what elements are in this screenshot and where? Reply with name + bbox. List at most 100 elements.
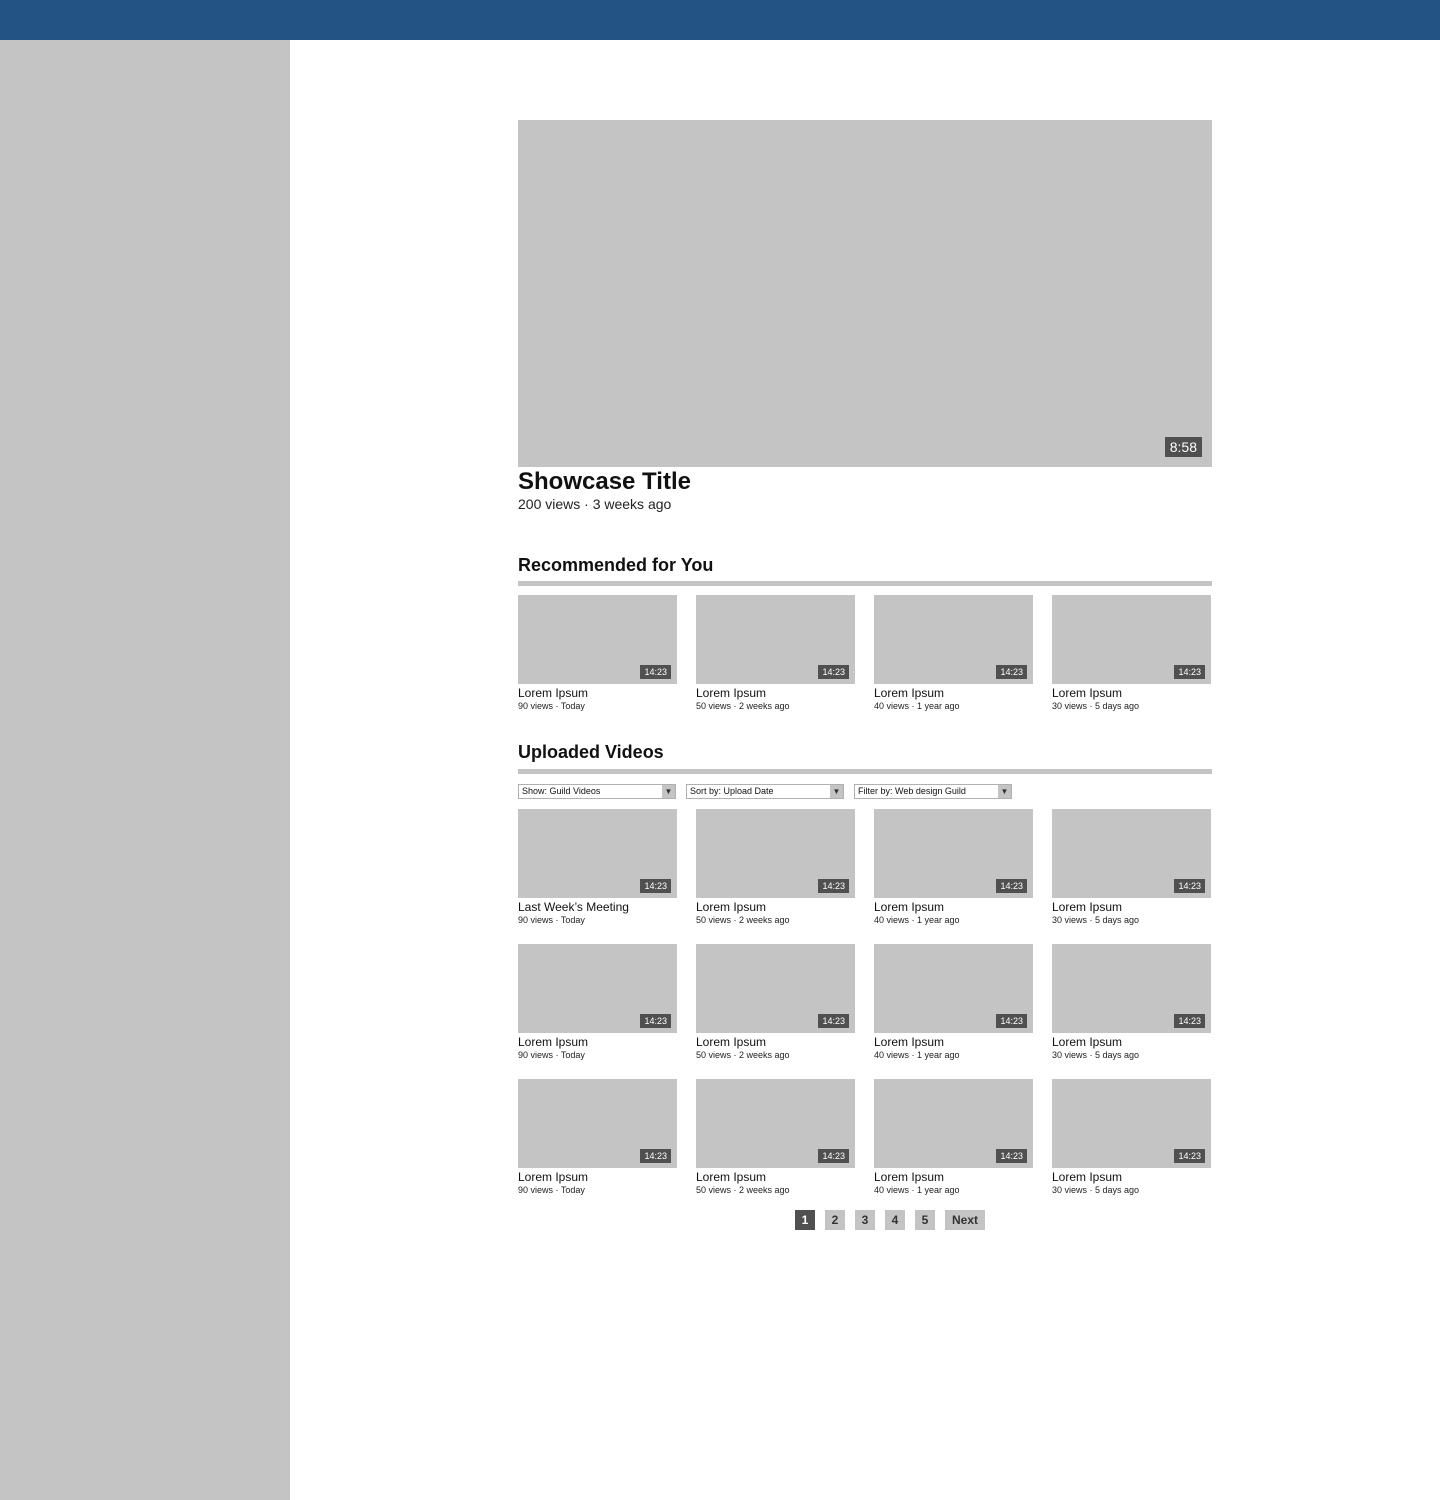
video-card[interactable]: 14:23 Last Week’s Meeting 90 views · Tod…	[518, 809, 677, 926]
video-meta: 40 views · 1 year ago	[874, 915, 960, 925]
uploaded-grid: 14:23 Last Week’s Meeting 90 views · Tod…	[518, 809, 1212, 1196]
video-card[interactable]: 14:23 Lorem Ipsum 50 views · 2 weeks ago	[696, 595, 855, 712]
showcase-meta: 200 views · 3 weeks ago	[518, 496, 672, 512]
show-select[interactable]: Show: Guild Videos ▼	[518, 784, 676, 799]
video-card[interactable]: 14:23 Lorem Ipsum 40 views · 1 year ago	[874, 595, 1033, 712]
next-page-button[interactable]: Next	[945, 1210, 986, 1230]
page-button-2[interactable]: 2	[825, 1210, 845, 1230]
duration-badge: 14:23	[818, 665, 849, 679]
video-card[interactable]: 14:23 Lorem Ipsum 50 views · 2 weeks ago	[696, 1079, 855, 1196]
page-button-3[interactable]: 3	[855, 1210, 875, 1230]
video-title[interactable]: Lorem Ipsum	[696, 686, 855, 700]
video-thumbnail[interactable]: 14:23	[874, 809, 1033, 898]
video-card[interactable]: 14:23 Lorem Ipsum 40 views · 1 year ago	[874, 1079, 1033, 1196]
video-card[interactable]: 14:23 Lorem Ipsum 30 views · 5 days ago	[1052, 809, 1211, 926]
video-meta: 30 views · 5 days ago	[1052, 915, 1140, 925]
video-card[interactable]: 14:23 Lorem Ipsum 90 views · Today	[518, 944, 677, 1061]
video-title[interactable]: Lorem Ipsum	[518, 1170, 677, 1184]
video-meta: 40 views · 1 year ago	[874, 1185, 960, 1195]
video-thumbnail[interactable]: 14:23	[1052, 595, 1211, 684]
duration-badge: 14:23	[996, 1149, 1027, 1163]
video-title[interactable]: Lorem Ipsum	[696, 1035, 855, 1049]
duration-badge: 14:23	[1174, 879, 1205, 893]
video-meta: 30 views · 5 days ago	[1052, 1050, 1140, 1060]
video-card[interactable]: 14:23 Lorem Ipsum 40 views · 1 year ago	[874, 809, 1033, 926]
video-thumbnail[interactable]: 14:23	[874, 1079, 1033, 1168]
video-title[interactable]: Lorem Ipsum	[1052, 686, 1211, 700]
video-meta: 50 views · 2 weeks ago	[696, 701, 790, 711]
chevron-down-icon[interactable]: ▼	[998, 785, 1011, 798]
video-thumbnail[interactable]: 14:23	[518, 1079, 677, 1168]
chevron-down-icon[interactable]: ▼	[830, 785, 843, 798]
video-meta: 50 views · 2 weeks ago	[696, 1185, 790, 1195]
video-title[interactable]: Last Week’s Meeting	[518, 900, 677, 914]
video-thumbnail[interactable]: 14:23	[696, 1079, 855, 1168]
video-title[interactable]: Lorem Ipsum	[874, 1170, 1033, 1184]
filter-select[interactable]: Filter by: Web design Guild ▼	[854, 784, 1012, 799]
page-button-1[interactable]: 1	[795, 1210, 815, 1230]
duration-badge: 14:23	[640, 1014, 671, 1028]
video-card[interactable]: 14:23 Lorem Ipsum 30 views · 5 days ago	[1052, 595, 1211, 712]
top-bar	[0, 0, 1440, 40]
recommended-divider	[518, 581, 1212, 586]
showcase-title[interactable]: Showcase Title	[518, 468, 1212, 496]
filter-bar: Show: Guild Videos ▼ Sort by: Upload Dat…	[518, 784, 1212, 799]
page-button-4[interactable]: 4	[885, 1210, 905, 1230]
video-title[interactable]: Lorem Ipsum	[1052, 900, 1211, 914]
video-meta: 50 views · 2 weeks ago	[696, 915, 790, 925]
duration-badge: 14:23	[818, 879, 849, 893]
sort-select[interactable]: Sort by: Upload Date ▼	[686, 784, 844, 799]
video-title[interactable]: Lorem Ipsum	[874, 1035, 1033, 1049]
video-title[interactable]: Lorem Ipsum	[518, 1035, 677, 1049]
video-meta: 40 views · 1 year ago	[874, 1050, 960, 1060]
video-thumbnail[interactable]: 14:23	[1052, 809, 1211, 898]
video-title[interactable]: Lorem Ipsum	[1052, 1170, 1211, 1184]
video-card[interactable]: 14:23 Lorem Ipsum 50 views · 2 weeks ago	[696, 944, 855, 1061]
duration-badge: 14:23	[996, 665, 1027, 679]
video-card[interactable]: 14:23 Lorem Ipsum 30 views · 5 days ago	[1052, 1079, 1211, 1196]
video-card[interactable]: 14:23 Lorem Ipsum 50 views · 2 weeks ago	[696, 809, 855, 926]
video-meta: 30 views · 5 days ago	[1052, 701, 1140, 711]
video-meta: 90 views · Today	[518, 1185, 585, 1195]
video-thumbnail[interactable]: 14:23	[696, 595, 855, 684]
video-thumbnail[interactable]: 14:23	[696, 944, 855, 1033]
duration-badge: 14:23	[818, 1149, 849, 1163]
video-thumbnail[interactable]: 14:23	[518, 595, 677, 684]
recommended-heading: Recommended for You	[518, 555, 714, 575]
video-card[interactable]: 14:23 Lorem Ipsum 40 views · 1 year ago	[874, 944, 1033, 1061]
duration-badge: 14:23	[640, 879, 671, 893]
video-title[interactable]: Lorem Ipsum	[696, 1170, 855, 1184]
uploaded-heading: Uploaded Videos	[518, 742, 664, 762]
main-content: 8:58 Showcase Title 200 views · 3 weeks …	[518, 120, 1212, 1196]
video-thumbnail[interactable]: 14:23	[518, 944, 677, 1033]
video-title[interactable]: Lorem Ipsum	[696, 900, 855, 914]
duration-badge: 14:23	[818, 1014, 849, 1028]
duration-badge: 14:23	[640, 665, 671, 679]
video-title[interactable]: Lorem Ipsum	[518, 686, 677, 700]
chevron-down-icon[interactable]: ▼	[662, 785, 675, 798]
show-select-value: Show: Guild Videos	[522, 786, 601, 796]
video-thumbnail[interactable]: 14:23	[518, 809, 677, 898]
page-button-5[interactable]: 5	[915, 1210, 935, 1230]
video-title[interactable]: Lorem Ipsum	[874, 900, 1033, 914]
video-title[interactable]: Lorem Ipsum	[874, 686, 1033, 700]
video-meta: 90 views · Today	[518, 1050, 585, 1060]
video-thumbnail[interactable]: 14:23	[696, 809, 855, 898]
duration-badge: 14:23	[1174, 1014, 1205, 1028]
pagination: 1 2 3 4 5 Next	[795, 1210, 986, 1230]
video-card[interactable]: 14:23 Lorem Ipsum 90 views · Today	[518, 1079, 677, 1196]
showcase-video[interactable]: 8:58	[518, 120, 1212, 467]
video-thumbnail[interactable]: 14:23	[874, 944, 1033, 1033]
video-card[interactable]: 14:23 Lorem Ipsum 30 views · 5 days ago	[1052, 944, 1211, 1061]
duration-badge: 14:23	[640, 1149, 671, 1163]
duration-badge: 14:23	[996, 1014, 1027, 1028]
video-title[interactable]: Lorem Ipsum	[1052, 1035, 1211, 1049]
video-card[interactable]: 14:23 Lorem Ipsum 90 views · Today	[518, 595, 677, 712]
video-meta: 40 views · 1 year ago	[874, 701, 960, 711]
video-meta: 90 views · Today	[518, 915, 585, 925]
video-meta: 30 views · 5 days ago	[1052, 1185, 1140, 1195]
video-thumbnail[interactable]: 14:23	[1052, 1079, 1211, 1168]
video-thumbnail[interactable]: 14:23	[874, 595, 1033, 684]
video-meta: 90 views · Today	[518, 701, 585, 711]
video-thumbnail[interactable]: 14:23	[1052, 944, 1211, 1033]
